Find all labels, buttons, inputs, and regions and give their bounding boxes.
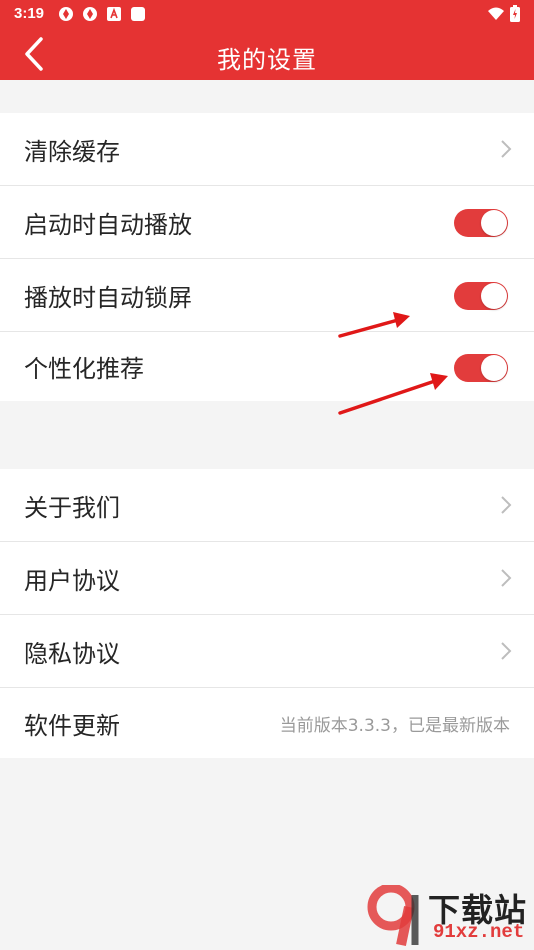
version-status-text: 当前版本3.3.3，已是最新版本 — [279, 715, 510, 736]
chevron-right-icon — [501, 496, 512, 514]
toggle-knob — [481, 210, 507, 236]
watermark: 下载站 91xz.net — [365, 885, 530, 947]
personalized-recommendation-toggle[interactable] — [454, 354, 508, 382]
privacy-agreement-row[interactable]: 隐私协议 — [0, 615, 534, 688]
about-us-row[interactable]: 关于我们 — [0, 469, 534, 542]
wifi-icon — [488, 7, 504, 20]
page-title: 我的设置 — [217, 46, 317, 74]
settings-group-about: 关于我们 用户协议 隐私协议 软件更新 当前版本3.3.3，已是最新版本 — [0, 469, 534, 758]
personalized-recommendation-row: 个性化推荐 — [0, 332, 534, 401]
auto-lock-screen-toggle[interactable] — [454, 282, 508, 310]
watermark-logo — [367, 885, 419, 947]
row-label: 个性化推荐 — [24, 355, 144, 383]
row-label: 软件更新 — [24, 711, 120, 740]
row-label: 隐私协议 — [24, 639, 120, 668]
user-agreement-row[interactable]: 用户协议 — [0, 542, 534, 615]
battery-icon — [510, 5, 520, 22]
square-notification-icon — [131, 7, 145, 21]
app-bar: 我的设置 — [0, 28, 534, 80]
watermark-url: 91xz.net — [433, 921, 525, 943]
toggle-knob — [481, 283, 507, 309]
row-label: 清除缓存 — [24, 137, 120, 166]
chevron-right-icon — [501, 642, 512, 660]
status-bar: 3:19 — [0, 0, 534, 28]
chevron-right-icon — [501, 140, 512, 158]
row-label: 播放时自动锁屏 — [24, 283, 192, 312]
chevron-right-icon — [501, 569, 512, 587]
row-label: 关于我们 — [24, 493, 120, 522]
software-update-row[interactable]: 软件更新 当前版本3.3.3，已是最新版本 — [0, 688, 534, 758]
autoplay-on-start-toggle[interactable] — [454, 209, 508, 237]
app-notification-icon — [59, 7, 73, 21]
notification-icons — [58, 6, 146, 22]
clear-cache-row[interactable]: 清除缓存 — [0, 113, 534, 186]
autoplay-on-start-row: 启动时自动播放 — [0, 186, 534, 259]
settings-group-general: 清除缓存 启动时自动播放 播放时自动锁屏 个性化推荐 — [0, 113, 534, 401]
row-label: 用户协议 — [24, 566, 120, 595]
auto-lock-screen-row: 播放时自动锁屏 — [0, 259, 534, 332]
system-icons — [488, 5, 520, 22]
status-time: 3:19 — [14, 5, 45, 22]
app-notification-icon — [83, 7, 97, 21]
row-label: 启动时自动播放 — [24, 210, 192, 239]
a-notification-icon — [107, 7, 121, 21]
toggle-knob — [481, 355, 507, 381]
